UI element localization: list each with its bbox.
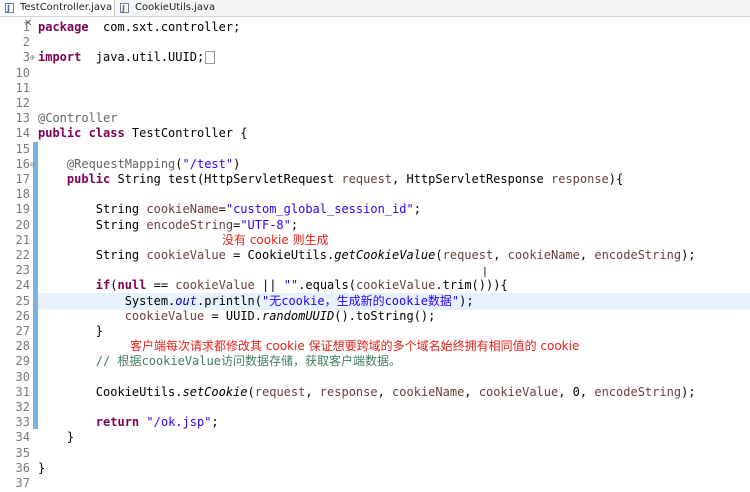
code-token: = <box>218 202 226 217</box>
code-token: if <box>95 278 111 293</box>
code-token: } <box>38 430 75 445</box>
code-token: .println( <box>196 293 262 308</box>
tab-label: CookieUtils.java <box>135 2 216 13</box>
code-token: , <box>579 248 595 262</box>
code-token: return <box>95 415 140 430</box>
code-token: = CookieUtils. <box>225 248 335 262</box>
code-token: cookieName <box>507 248 580 262</box>
code-editor[interactable]: 1 package com.sxt.controller; 2 3 ⊕ import ja… <box>0 17 750 490</box>
code-token: null <box>117 278 147 293</box>
tab-cookieutils[interactable]: CookieUtils.java <box>115 0 225 17</box>
code-token: "UTF-8" <box>240 217 291 232</box>
code-line[interactable]: 37 <box>0 475 750 492</box>
code-token: response <box>550 172 609 186</box>
code-token: request <box>254 384 306 399</box>
code-token: import <box>38 50 82 65</box>
code-token: @Controller <box>38 111 118 126</box>
collapsed-imports-box[interactable] <box>205 51 216 65</box>
code-token: encodeString <box>146 217 234 232</box>
code-token: java.util.UUID; <box>81 50 205 65</box>
code-token: ().toString(); <box>334 308 436 323</box>
annotation-note-2: 客户端每次请求都修改其 cookie 保证想要跨域的多个域名始终拥有相同值的 c… <box>130 339 580 353</box>
code-token: , HttpServletResponse <box>392 172 551 186</box>
code-token: || <box>254 278 284 293</box>
code-token: request <box>341 172 393 186</box>
code-token: , <box>305 384 320 399</box>
annotation-note-1: 没有 cookie 则生成 <box>222 233 329 247</box>
code-token: "/ok.jsp" <box>146 415 212 430</box>
java-file-icon <box>120 1 129 17</box>
code-token: cookieValue <box>478 384 559 399</box>
code-token: ; <box>211 415 219 430</box>
code-token: , <box>377 384 393 399</box>
code-token: encodeString <box>594 248 682 262</box>
code-token: randomUUID <box>261 308 335 323</box>
code-token: = UUID. <box>204 308 262 323</box>
tab-label: TestController.java <box>20 2 113 13</box>
code-token: String test(HttpServletRequest <box>110 172 342 186</box>
code-token: package <box>38 20 89 34</box>
code-token: // 根据cookieValue访问数据存储，获取客户端数据。 <box>95 354 401 369</box>
code-token: String <box>38 217 147 232</box>
code-token: encodeString <box>594 384 682 399</box>
code-token: ); <box>681 384 696 399</box>
code-token: cookieValue <box>146 248 226 262</box>
text-cursor: I <box>483 266 487 281</box>
code-token: String <box>38 202 147 217</box>
code-token: ( <box>247 384 255 399</box>
code-token: getCookieValue <box>334 248 436 262</box>
code-token: .equals( <box>298 278 356 293</box>
code-token: response <box>319 384 378 399</box>
code-token: ); <box>681 248 696 262</box>
code-token: TestController { <box>124 126 248 141</box>
code-token: "" <box>283 278 299 293</box>
code-token: cookieValue <box>175 278 255 293</box>
code-token: , <box>493 248 508 262</box>
code-token: ; <box>290 217 299 232</box>
code-token: == <box>146 278 176 293</box>
code-token: cookieValue <box>355 278 436 293</box>
code-token: ){ <box>608 172 624 186</box>
code-token: com.sxt.controller; <box>88 20 241 34</box>
code-token: @RequestMapping <box>66 156 176 171</box>
code-token: cookieValue <box>124 308 205 323</box>
code-token: public class <box>38 126 125 141</box>
code-token: ) <box>233 156 241 171</box>
code-token: , 0, <box>558 384 595 399</box>
code-token: ( <box>175 156 183 171</box>
code-token: "custom_global_session_id" <box>225 202 414 217</box>
code-token: out <box>175 293 197 308</box>
code-token: setCookie <box>182 384 248 399</box>
code-token: CookieUtils. <box>38 384 183 399</box>
tab-testcontroller[interactable]: TestController.java ✕ <box>0 0 115 29</box>
code-token: "无cookie，生成新的cookie数据" <box>262 293 460 308</box>
java-file-icon <box>5 1 14 17</box>
code-token: request <box>442 248 494 262</box>
code-token: ; <box>413 202 421 217</box>
line-number: 37 <box>15 476 30 490</box>
code-token: .trim())){ <box>435 278 508 293</box>
code-token: ); <box>459 293 474 308</box>
code-token: , <box>464 384 479 399</box>
code-token: public <box>66 172 111 186</box>
code-token: "/test" <box>182 156 234 171</box>
code-token: ( <box>435 248 443 262</box>
code-token: System. <box>38 293 176 308</box>
code-token: } <box>38 324 104 338</box>
editor-tab-bar: TestController.java ✕ CookieUtils.java <box>0 0 750 29</box>
code-token: cookieName <box>146 202 219 217</box>
code-token: String <box>38 248 147 262</box>
code-token: cookieName <box>392 384 465 399</box>
